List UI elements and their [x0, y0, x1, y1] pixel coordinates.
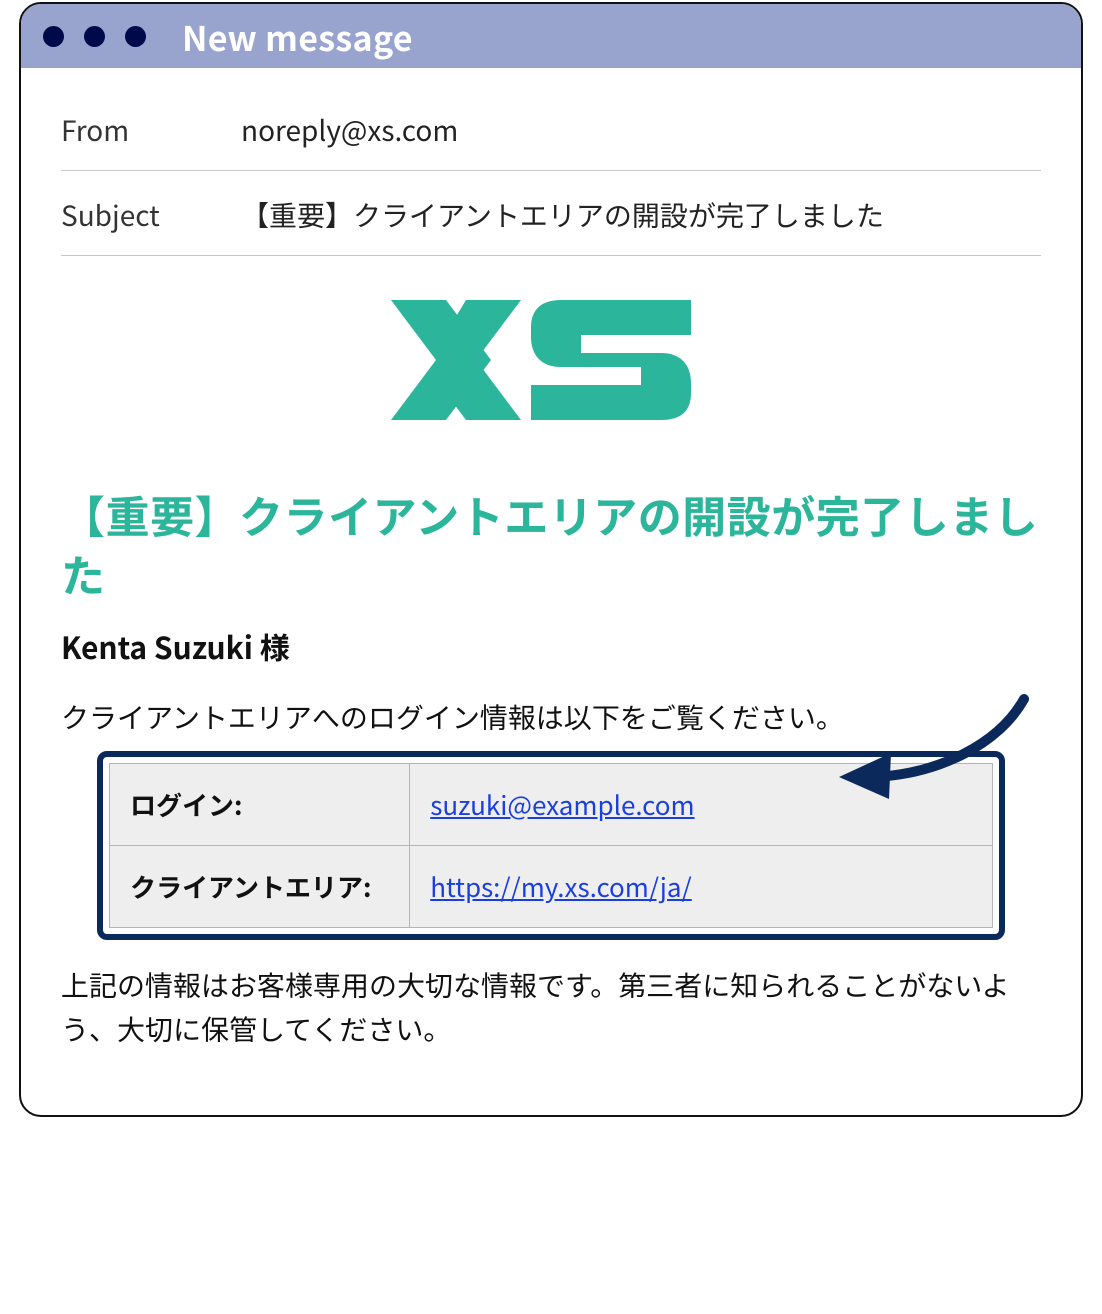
from-label: From	[61, 110, 241, 150]
subject-row: Subject 【重要】クライアントエリアの開設が完了しました	[61, 171, 1041, 256]
login-table: ログイン: suzuki@example.com クライアントエリア: http…	[109, 763, 993, 928]
email-window: New message From noreply@xs.com Subject …	[19, 2, 1083, 1117]
login-label-cell: ログイン:	[110, 764, 410, 846]
login-email-link[interactable]: suzuki@example.com	[430, 786, 694, 823]
client-area-link[interactable]: https://my.xs.com/ja/	[430, 868, 692, 905]
logo-container	[61, 300, 1041, 455]
client-area-value-cell: https://my.xs.com/ja/	[410, 846, 993, 928]
salutation: Kenta Suzuki 様	[61, 624, 1041, 668]
from-row: From noreply@xs.com	[61, 96, 1041, 171]
table-row: ログイン: suzuki@example.com	[110, 764, 993, 846]
window-title: New message	[182, 12, 413, 61]
xs-logo-icon	[391, 300, 711, 450]
body-heading: 【重要】クライアントエリアの開設が完了しました	[61, 485, 1041, 604]
subject-value: 【重要】クライアントエリアの開設が完了しました	[241, 195, 884, 235]
email-content: From noreply@xs.com Subject 【重要】クライアントエリ…	[21, 68, 1081, 1115]
table-row: クライアントエリア: https://my.xs.com/ja/	[110, 846, 993, 928]
login-value-cell: suzuki@example.com	[410, 764, 993, 846]
from-value: noreply@xs.com	[241, 110, 458, 150]
footer-note: 上記の情報はお客様専用の大切な情報です。第三者に知られることがないよう、大切に保…	[61, 964, 1041, 1051]
intro-text: クライアントエリアへのログイン情報は以下をご覧ください。	[61, 696, 1041, 739]
login-info-box: ログイン: suzuki@example.com クライアントエリア: http…	[97, 751, 1005, 940]
traffic-lights	[43, 26, 146, 47]
subject-label: Subject	[61, 195, 241, 235]
traffic-dot-1[interactable]	[43, 26, 64, 47]
traffic-dot-3[interactable]	[125, 26, 146, 47]
traffic-dot-2[interactable]	[84, 26, 105, 47]
titlebar: New message	[21, 4, 1081, 68]
client-area-label-cell: クライアントエリア:	[110, 846, 410, 928]
